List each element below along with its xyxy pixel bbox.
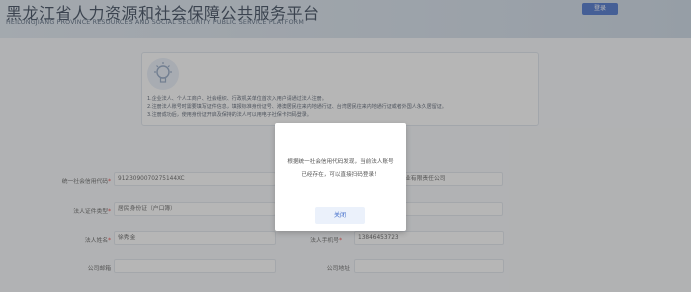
dialog-message: 根据统一社会信用代码发现，当前法人账号已经存在，可以直接扫码登录！ (287, 159, 394, 178)
close-button[interactable]: 关闭 (315, 207, 365, 224)
